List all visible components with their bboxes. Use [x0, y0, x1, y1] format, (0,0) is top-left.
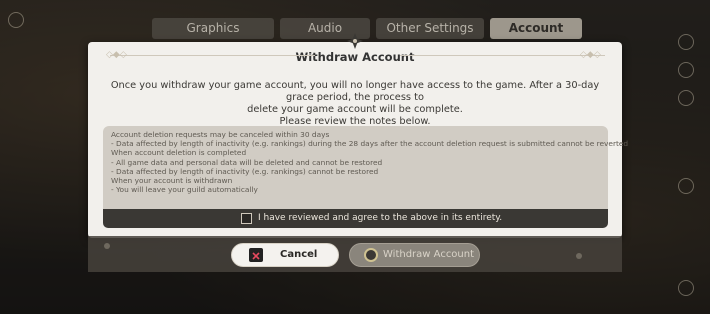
withdraw-label: Withdraw Account — [383, 249, 475, 260]
divider — [400, 55, 605, 56]
dialog-description: Once you withdraw your game account, you… — [100, 80, 610, 128]
divider — [110, 55, 315, 56]
menu-icon — [678, 280, 694, 296]
note-line: - Data affected by length of inactivity … — [111, 139, 629, 149]
description-line: delete your game account will be complet… — [247, 104, 463, 115]
dot-deco — [576, 253, 582, 259]
note-line: When your account is withdrawn — [111, 176, 233, 186]
settings-tabs: Graphics Audio Other Settings Account — [152, 18, 582, 39]
menu-icon — [678, 62, 694, 78]
cancel-button[interactable]: Cancel — [231, 243, 339, 267]
menu-icon — [8, 12, 24, 28]
menu-icon — [678, 178, 694, 194]
cross-button-icon — [249, 248, 263, 262]
note-line: Account deletion requests may be cancele… — [111, 130, 330, 139]
tab-graphics[interactable]: Graphics — [152, 18, 274, 39]
note-line: When account deletion is completed — [111, 148, 247, 158]
note-line: - You will leave your guild automaticall… — [111, 185, 258, 195]
menu-icon — [678, 90, 694, 106]
agree-label: I have reviewed and agree to the above i… — [258, 213, 503, 223]
cancel-label: Cancel — [280, 249, 318, 260]
diamond-deco-icon: ◇◆◇ — [106, 50, 127, 60]
dot-deco — [104, 243, 110, 249]
agree-checkbox[interactable] — [241, 213, 252, 224]
menu-icon — [678, 34, 694, 50]
circle-button-icon — [364, 248, 378, 262]
withdraw-account-button[interactable]: Withdraw Account — [349, 243, 480, 267]
description-line: Once you withdraw your game account, you… — [110, 80, 600, 103]
note-line: - Data affected by length of inactivity … — [111, 166, 379, 176]
note-line: - All game data and personal data will b… — [111, 157, 383, 167]
ornament-icon — [347, 33, 363, 49]
notes-box[interactable]: Account deletion requests may be cancele… — [103, 126, 629, 209]
agree-row[interactable]: I have reviewed and agree to the above i… — [103, 209, 608, 228]
tab-account[interactable]: Account — [490, 18, 582, 39]
diamond-deco-icon: ◇◆◇ — [580, 50, 601, 60]
tab-other-settings[interactable]: Other Settings — [376, 18, 484, 39]
